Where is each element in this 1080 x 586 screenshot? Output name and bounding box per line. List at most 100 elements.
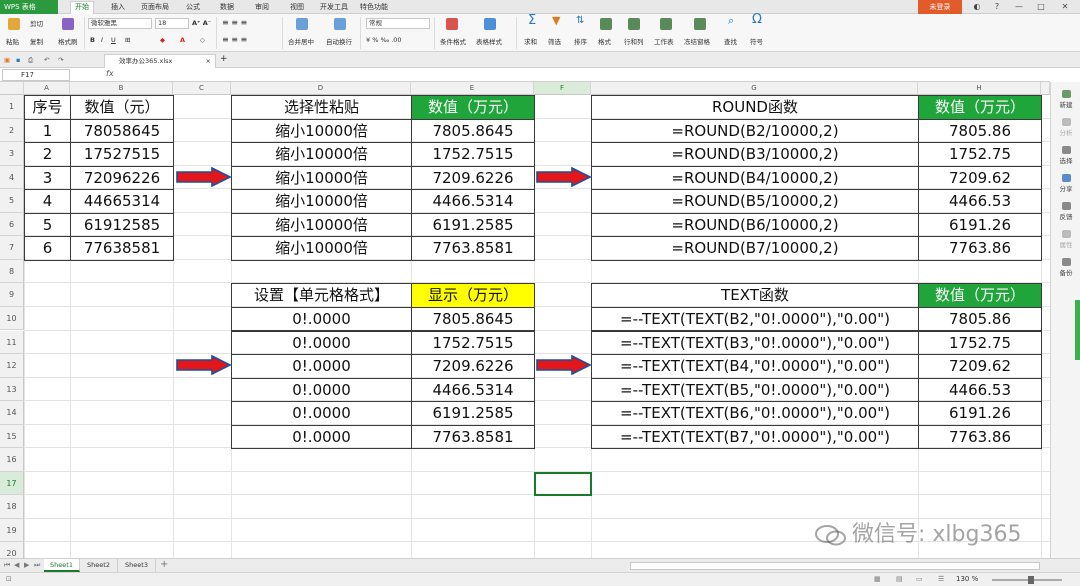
copy-button[interactable]: 复制 xyxy=(30,38,43,46)
menu-view[interactable]: 视图 xyxy=(290,2,304,12)
table-style-icon[interactable] xyxy=(484,18,496,30)
table-style-button[interactable]: 表格样式 xyxy=(476,38,502,46)
paste-button[interactable]: 粘贴 xyxy=(6,38,19,46)
text-table-cell[interactable]: 7763.86 xyxy=(918,424,1042,450)
text-table-cell[interactable]: 1752.75 xyxy=(918,330,1042,356)
row-header-16[interactable]: 16 xyxy=(0,448,24,472)
text-table-cell[interactable]: 7209.62 xyxy=(918,354,1042,379)
row-header-6[interactable]: 6 xyxy=(0,212,24,237)
menu-developer[interactable]: 开发工具 xyxy=(320,2,348,12)
analyze-panel-item[interactable]: 分析 xyxy=(1051,118,1080,137)
redo-icon[interactable]: ↷ xyxy=(58,56,63,64)
source-table-cell[interactable]: 61912585 xyxy=(70,212,174,238)
row-header-9[interactable]: 9 xyxy=(0,283,24,307)
row-header-7[interactable]: 7 xyxy=(0,236,24,260)
paste-table-cell[interactable]: 1752.7515 xyxy=(411,142,535,167)
round-table-cell[interactable]: 7763.86 xyxy=(918,236,1042,261)
row-header-20[interactable]: 20 xyxy=(0,542,24,558)
menu-page-layout[interactable]: 页面布局 xyxy=(141,2,169,12)
text-table-cell[interactable]: 4466.53 xyxy=(918,377,1042,403)
format-table-cell[interactable]: 0!.0000 xyxy=(231,330,412,356)
undo-icon[interactable]: ↶ xyxy=(44,56,49,64)
source-table-cell[interactable]: 3 xyxy=(24,165,71,191)
fullscreen-icon[interactable]: ▭ xyxy=(916,575,923,583)
format-table-cell[interactable]: 0!.0000 xyxy=(231,424,412,450)
text-table-cell[interactable]: =--TEXT(TEXT(B3,"0!.0000"),"0.00") xyxy=(591,330,919,356)
clear-format-icon[interactable]: ◇ xyxy=(200,36,205,44)
round-table-cell[interactable]: =ROUND(B6/10000,2) xyxy=(591,212,919,238)
selected-cell-f17[interactable] xyxy=(534,471,592,497)
column-header-e[interactable]: E xyxy=(411,82,534,95)
format-table-cell[interactable]: 0!.0000 xyxy=(231,354,412,379)
bold-icon[interactable]: B xyxy=(90,36,95,44)
format-painter-button[interactable]: 格式刷 xyxy=(58,38,78,46)
function-icon[interactable]: fx xyxy=(106,69,114,78)
properties-panel-item[interactable]: 属性 xyxy=(1051,230,1080,249)
find-button[interactable]: 查找 xyxy=(724,38,737,46)
column-header-b[interactable]: B xyxy=(70,82,173,95)
row-header-4[interactable]: 4 xyxy=(0,165,24,190)
sort-icon[interactable]: ⇅ xyxy=(576,16,584,26)
feedback-panel-item[interactable]: 反馈 xyxy=(1051,202,1080,221)
column-header-d[interactable]: D xyxy=(231,82,411,95)
text-table-cell[interactable]: =--TEXT(TEXT(B7,"0!.0000"),"0.00") xyxy=(591,424,919,450)
paste-table-cell[interactable]: 6191.2585 xyxy=(411,212,535,238)
format-button[interactable]: 格式 xyxy=(598,38,611,46)
source-table-cell[interactable]: 6 xyxy=(24,236,71,261)
cut-button[interactable]: 剪切 xyxy=(30,20,43,28)
underline-icon[interactable]: U xyxy=(111,36,116,44)
zoom-slider[interactable] xyxy=(992,579,1062,581)
symbol-icon[interactable]: Ω xyxy=(752,13,762,26)
skin-icon[interactable]: ◐ xyxy=(966,0,988,14)
minimize-icon[interactable]: — xyxy=(1008,0,1030,14)
row-header-5[interactable]: 5 xyxy=(0,189,24,213)
round-table-cell[interactable]: =ROUND(B4/10000,2) xyxy=(591,165,919,191)
round-table-cell[interactable]: =ROUND(B3/10000,2) xyxy=(591,142,919,167)
paste-table-cell[interactable]: 7209.6226 xyxy=(411,165,535,191)
row-header-15[interactable]: 15 xyxy=(0,424,24,449)
italic-icon[interactable]: I xyxy=(101,36,103,44)
app-menu-button[interactable]: WPS 表格 xyxy=(0,0,58,14)
sheet-tab-2[interactable]: Sheet2 xyxy=(80,559,118,572)
text-table-cell[interactable]: 7805.86 xyxy=(918,306,1042,332)
font-size-select[interactable]: 18 xyxy=(155,18,189,29)
format-table-cell[interactable]: 0!.0000 xyxy=(231,401,412,426)
format-table-cell[interactable]: 0!.0000 xyxy=(231,377,412,403)
cond-format-icon[interactable] xyxy=(446,18,458,30)
column-header-f[interactable]: F xyxy=(534,82,591,95)
paste-table-cell[interactable]: 缩小10000倍 xyxy=(231,142,412,167)
source-table-cell[interactable]: 17527515 xyxy=(70,142,174,167)
text-table-cell[interactable]: =--TEXT(TEXT(B2,"0!.0000"),"0.00") xyxy=(591,306,919,332)
print-icon[interactable]: ⎙ xyxy=(28,56,33,64)
row-header-19[interactable]: 19 xyxy=(0,518,24,543)
rows-cols-icon[interactable] xyxy=(628,18,640,30)
zoom-slider-handle[interactable] xyxy=(1028,576,1034,584)
round-table-cell[interactable]: =ROUND(B7/10000,2) xyxy=(591,236,919,261)
round-table-cell[interactable]: =ROUND(B2/10000,2) xyxy=(591,118,919,144)
number-format-select[interactable]: 常规 xyxy=(366,18,430,29)
filter-icon[interactable]: ▼ xyxy=(552,15,560,26)
round-table-cell[interactable]: 6191.26 xyxy=(918,212,1042,238)
merge-icon[interactable] xyxy=(296,18,308,30)
backup-panel-item[interactable]: 备份 xyxy=(1051,258,1080,277)
text-table-cell[interactable]: =--TEXT(TEXT(B6,"0!.0000"),"0.00") xyxy=(591,401,919,426)
format-painter-icon[interactable] xyxy=(62,18,74,30)
text-table-cell[interactable]: 6191.26 xyxy=(918,401,1042,426)
row-header-17[interactable]: 17 xyxy=(0,471,24,496)
round-table-cell[interactable]: 7805.86 xyxy=(918,118,1042,144)
horizontal-scrollbar[interactable] xyxy=(630,562,1040,570)
source-table-cell[interactable]: 72096226 xyxy=(70,165,174,191)
row-header-13[interactable]: 13 xyxy=(0,377,24,402)
paste-table-cell[interactable]: 缩小10000倍 xyxy=(231,236,412,261)
row-header-1[interactable]: 1 xyxy=(0,95,24,119)
paste-table-cell[interactable]: 4466.5314 xyxy=(411,189,535,214)
column-header-g[interactable]: G xyxy=(591,82,918,95)
paste-table-cell[interactable]: 缩小10000倍 xyxy=(231,189,412,214)
macro-icon[interactable]: ⊡ xyxy=(6,575,12,583)
first-sheet-icon[interactable]: ⏮ xyxy=(4,561,10,570)
source-table-cell[interactable]: 44665314 xyxy=(70,189,174,214)
normal-view-icon[interactable]: ▦ xyxy=(874,575,881,583)
wrap-icon[interactable] xyxy=(334,18,346,30)
reading-mode-icon[interactable]: ☰ xyxy=(938,575,944,583)
save-icon[interactable]: ▪ xyxy=(16,56,20,64)
